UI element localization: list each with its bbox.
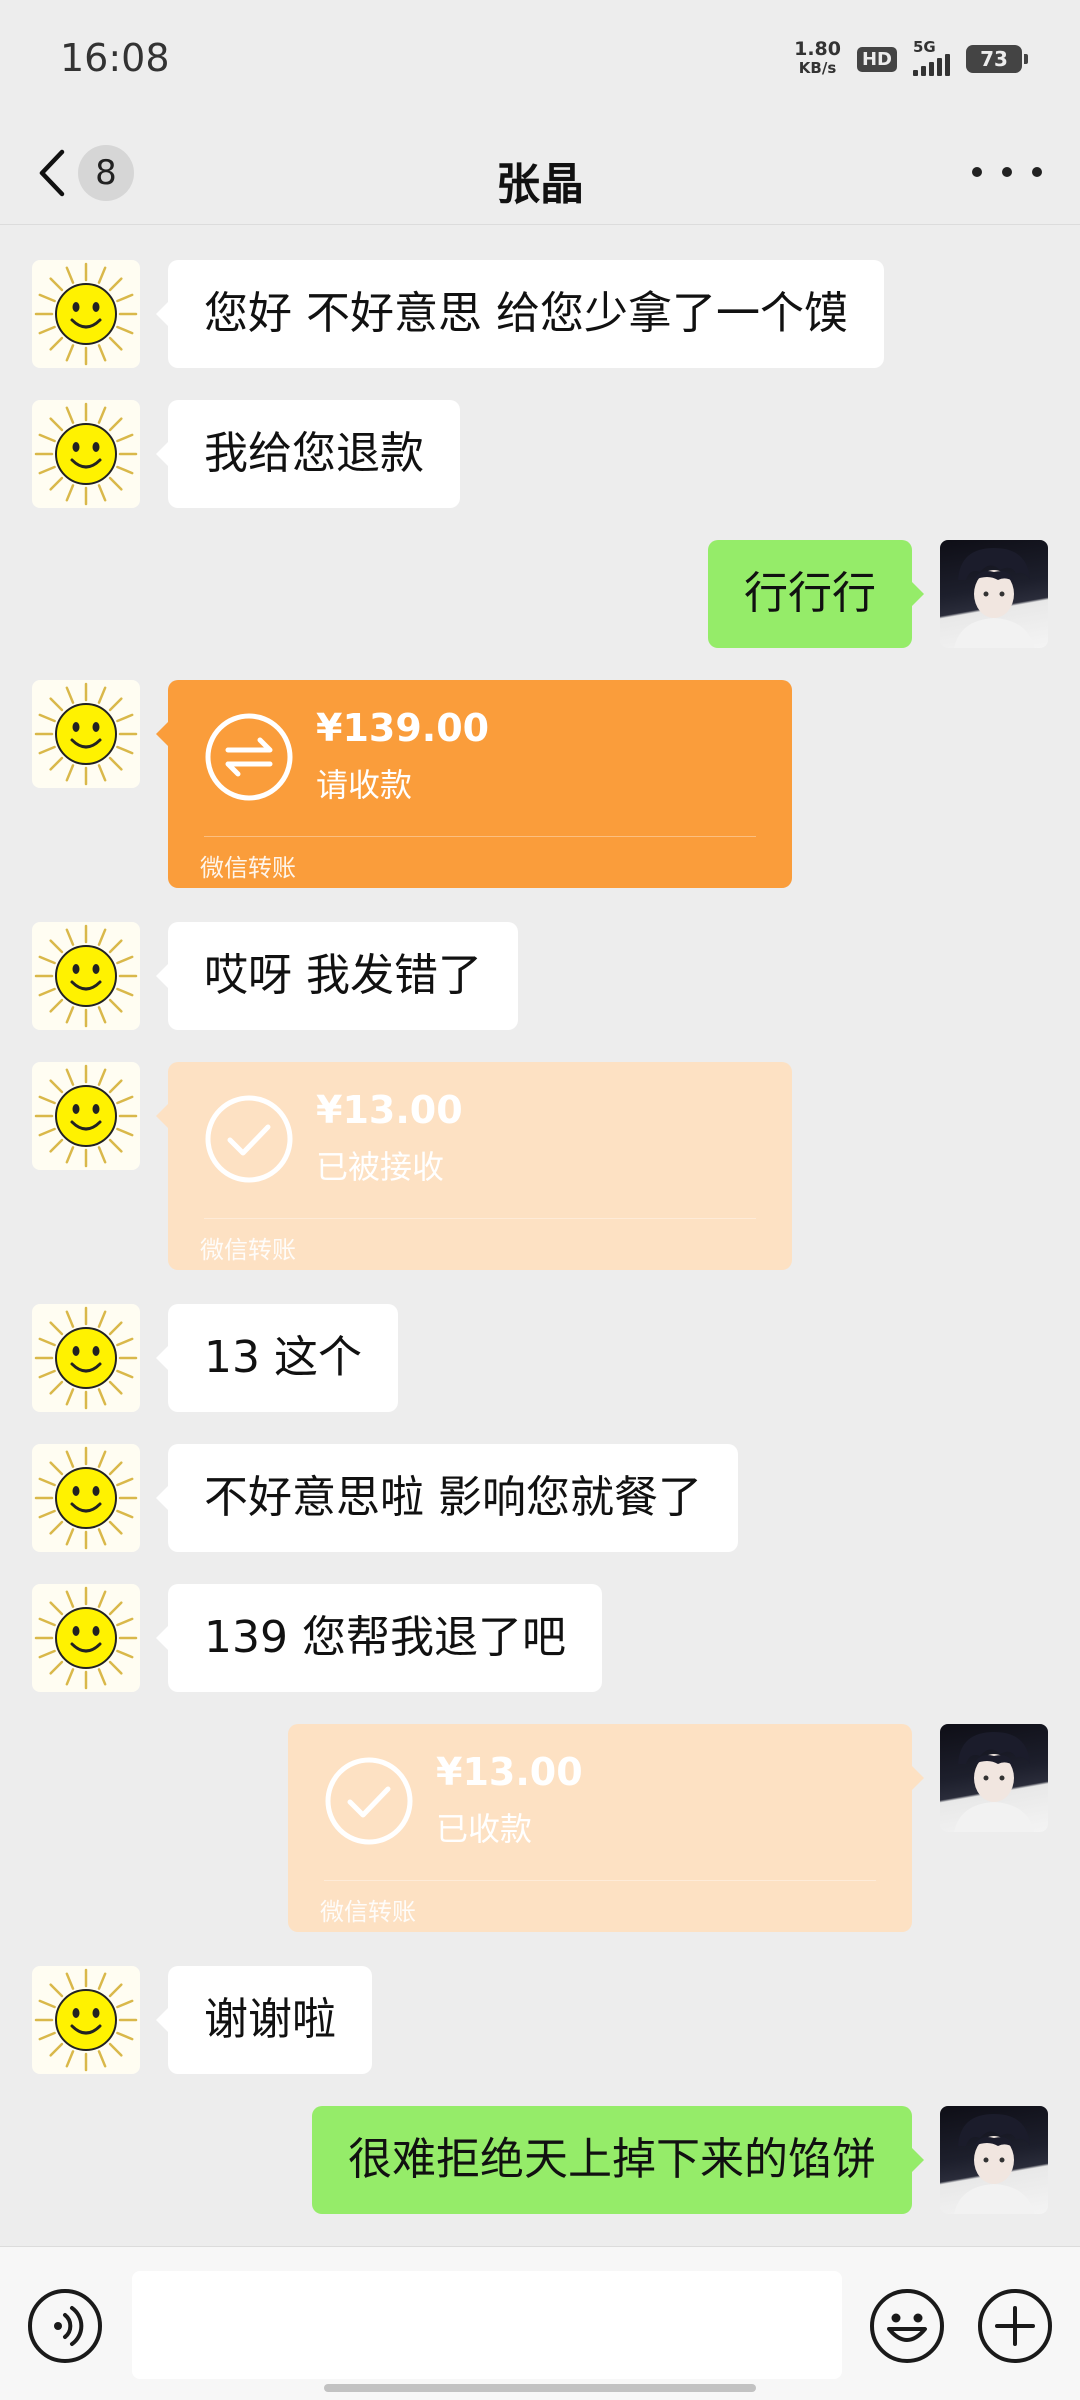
- transfer-footer: 微信转账: [200, 1236, 296, 1264]
- divider: [204, 836, 756, 837]
- emoji-icon[interactable]: [870, 2289, 944, 2363]
- transfer-card[interactable]: ¥13.00 已被接收 微信转账: [156, 1062, 792, 1270]
- message-bubble[interactable]: 不好意思啦 影响您就餐了: [156, 1444, 738, 1552]
- chat-header: 8 张晶: [0, 120, 1080, 225]
- anime-avatar-icon: [954, 2114, 1034, 2214]
- message-bubble[interactable]: 13 这个: [156, 1304, 398, 1412]
- contact-avatar[interactable]: [32, 680, 140, 788]
- home-indicator[interactable]: [324, 2384, 756, 2392]
- network-speed: 1.80 KB/s: [794, 40, 841, 78]
- transfer-icon: [205, 713, 293, 801]
- hd-icon: HD: [856, 46, 897, 72]
- sun-avatar-icon: [34, 1446, 138, 1550]
- signal-icon: 5G: [913, 38, 950, 76]
- transfer-status: 请收款: [316, 766, 413, 804]
- anime-avatar-icon: [954, 1732, 1034, 1832]
- sun-avatar-icon: [34, 1064, 138, 1168]
- transfer-status: 已收款: [436, 1810, 533, 1848]
- input-bar: [0, 2246, 1080, 2400]
- transfer-amount: ¥13.00: [436, 1750, 583, 1794]
- contact-avatar[interactable]: [32, 1584, 140, 1692]
- divider: [204, 1218, 756, 1219]
- check-circle-icon: [325, 1757, 413, 1845]
- message-bubble[interactable]: 谢谢啦: [156, 1966, 372, 2074]
- contact-avatar[interactable]: [32, 1304, 140, 1412]
- network-speed-value: 1.80: [794, 38, 841, 60]
- self-avatar[interactable]: [940, 540, 1048, 648]
- voice-icon[interactable]: [28, 2289, 102, 2363]
- sun-avatar-icon: [34, 262, 138, 366]
- sun-avatar-icon: [34, 402, 138, 506]
- self-avatar[interactable]: [940, 1724, 1048, 1832]
- message-bubble[interactable]: 很难拒绝天上掉下来的馅饼: [312, 2106, 924, 2214]
- message-bubble[interactable]: 139 您帮我退了吧: [156, 1584, 602, 1692]
- transfer-footer: 微信转账: [200, 854, 296, 882]
- transfer-card[interactable]: ¥13.00 已收款 微信转账: [288, 1724, 924, 1932]
- sun-avatar-icon: [34, 1968, 138, 2072]
- check-circle-icon: [205, 1095, 293, 1183]
- more-icon[interactable]: [972, 150, 1042, 194]
- signal-label: 5G: [913, 38, 936, 56]
- status-bar: 16:08 1.80 KB/s HD 5G 73: [0, 0, 1080, 120]
- network-speed-unit: KB/s: [798, 59, 837, 77]
- contact-avatar[interactable]: [32, 1966, 140, 2074]
- sun-avatar-icon: [34, 924, 138, 1028]
- transfer-card[interactable]: ¥139.00 请收款 微信转账: [156, 680, 792, 888]
- page-title: 张晶: [496, 159, 584, 210]
- message-bubble[interactable]: 您好 不好意思 给您少拿了一个馍: [156, 260, 884, 368]
- sun-avatar-icon: [34, 1306, 138, 1410]
- message-list[interactable]: 您好 不好意思 给您少拿了一个馍 我给您退款 行行行 ¥139.00 请收款 微…: [0, 226, 1080, 2246]
- transfer-amount: ¥139.00: [316, 706, 490, 750]
- status-icons: 1.80 KB/s HD 5G 73: [794, 38, 1028, 78]
- status-time: 16:08: [60, 36, 170, 80]
- transfer-amount: ¥13.00: [316, 1088, 463, 1132]
- sun-avatar-icon: [34, 1586, 138, 1690]
- divider: [324, 1880, 876, 1881]
- transfer-status: 已被接收: [316, 1148, 445, 1186]
- message-bubble[interactable]: 哎呀 我发错了: [156, 922, 518, 1030]
- transfer-footer: 微信转账: [320, 1898, 416, 1926]
- contact-avatar[interactable]: [32, 400, 140, 508]
- self-avatar[interactable]: [940, 2106, 1048, 2214]
- message-bubble[interactable]: 行行行: [708, 540, 924, 648]
- contact-avatar[interactable]: [32, 922, 140, 1030]
- contact-avatar[interactable]: [32, 1062, 140, 1170]
- message-input[interactable]: [132, 2271, 842, 2379]
- anime-avatar-icon: [954, 548, 1034, 648]
- contact-avatar[interactable]: [32, 260, 140, 368]
- contact-avatar[interactable]: [32, 1444, 140, 1552]
- sun-avatar-icon: [34, 682, 138, 786]
- plus-icon[interactable]: [978, 2289, 1052, 2363]
- battery-icon: 73: [966, 45, 1028, 73]
- message-bubble[interactable]: 我给您退款: [156, 400, 460, 508]
